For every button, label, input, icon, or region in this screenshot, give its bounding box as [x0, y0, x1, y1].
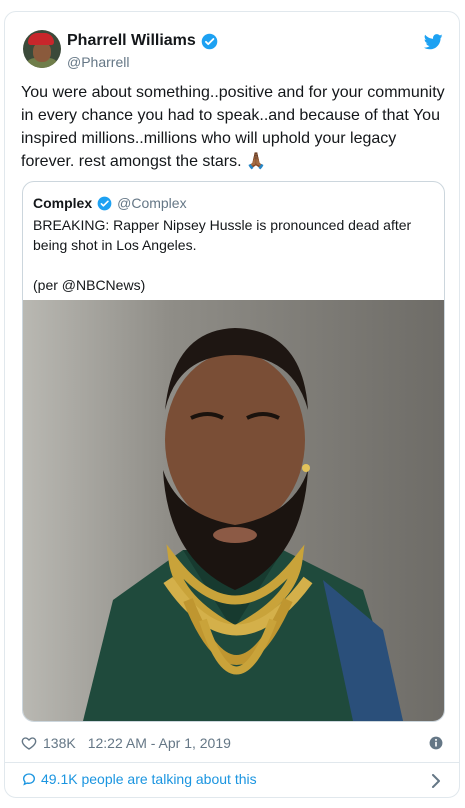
divider	[5, 762, 459, 763]
comment-bubble-icon	[22, 773, 36, 786]
quoted-text-line: BREAKING: Rapper Nipsey Hussle is pronou…	[33, 217, 412, 253]
tweet-text: You were about something..positive and f…	[21, 84, 445, 170]
author-name[interactable]: Pharrell Williams	[67, 32, 196, 50]
author-handle[interactable]: @Pharrell	[67, 54, 129, 70]
verified-icon	[201, 33, 218, 49]
twitter-bird-icon[interactable]	[424, 34, 443, 50]
tweet-card: Pharrell Williams @Pharrell You were abo…	[4, 11, 460, 798]
tweet-header: Pharrell Williams @Pharrell	[5, 12, 459, 76]
quoted-author-handle: @Complex	[117, 195, 187, 211]
tweet-footer: 138K 12:22 AM - Apr 1, 2019	[21, 733, 231, 753]
heart-icon[interactable]	[21, 735, 37, 751]
quoted-tweet[interactable]: Complex @Complex BREAKING: Rapper Nipsey…	[22, 181, 445, 722]
conversation-link[interactable]: 49.1K people are talking about this	[21, 771, 257, 787]
conversation-text[interactable]: 49.1K people are talking about this	[41, 771, 257, 787]
quoted-text: BREAKING: Rapper Nipsey Hussle is pronou…	[33, 215, 433, 295]
verified-icon	[97, 196, 112, 210]
tweet-timestamp[interactable]: 12:22 AM - Apr 1, 2019	[88, 735, 231, 751]
chevron-right-icon[interactable]	[431, 774, 441, 788]
avatar[interactable]	[23, 30, 61, 68]
like-count[interactable]: 138K	[43, 735, 76, 751]
author-name-row[interactable]: Pharrell Williams	[67, 32, 218, 50]
quoted-author-row: Complex @Complex	[33, 195, 187, 211]
quoted-author-name: Complex	[33, 195, 93, 211]
quoted-text-source: (per @NBCNews)	[33, 277, 146, 293]
info-icon[interactable]	[429, 736, 443, 750]
quoted-photo[interactable]	[23, 300, 444, 721]
